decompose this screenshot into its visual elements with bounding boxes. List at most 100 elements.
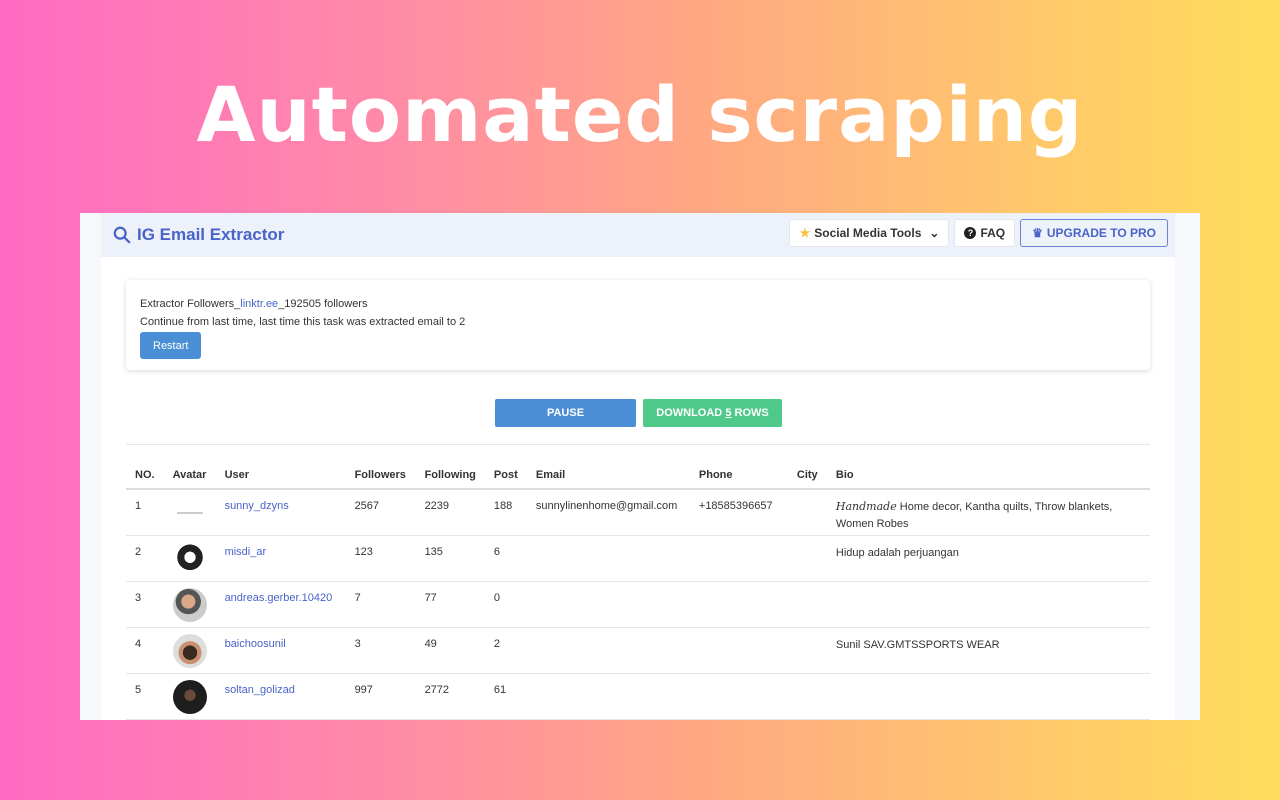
cell-followers: 3	[345, 627, 416, 674]
social-media-tools-dropdown[interactable]: ★ Social Media Tools ⌄	[789, 219, 950, 247]
restart-button[interactable]: Restart	[140, 332, 202, 359]
user-link[interactable]: baichoosunil	[225, 638, 286, 650]
cell-no: 2	[126, 535, 164, 582]
cell-avatar	[163, 627, 216, 674]
cell-city	[787, 535, 827, 582]
table-row: 3 andreas.gerber.10420 7 77 0	[126, 581, 1150, 628]
cell-bio: Handmade Home decor, Kantha quilts, Thro…	[826, 489, 1150, 536]
task-prefix: Extractor Followers_	[140, 298, 241, 310]
cell-city	[787, 581, 827, 628]
cell-bio	[826, 581, 1150, 628]
app-window: IG Email Extractor ★ Social Media Tools …	[101, 213, 1175, 720]
cell-post: 2	[484, 627, 527, 674]
avatar[interactable]	[172, 541, 207, 576]
divider	[126, 444, 1150, 445]
task-status: Continue from last time, last time this …	[140, 316, 466, 328]
tools-label: Social Media Tools	[814, 226, 922, 240]
cell-following: 49	[415, 627, 485, 674]
cell-bio: Hidup adalah perjuangan	[826, 535, 1150, 582]
pause-button[interactable]: PAUSE	[495, 399, 636, 427]
cell-email	[526, 627, 690, 674]
cell-email	[526, 535, 690, 582]
table-header: NO. Avatar User Followers Following Post Email…	[126, 463, 1150, 490]
user-link[interactable]: sunny_dzyns	[225, 500, 289, 512]
download-button[interactable]: DOWNLOAD 5 ROWS	[643, 399, 782, 427]
cell-post: 188	[484, 489, 527, 536]
cell-phone	[689, 673, 788, 720]
cell-followers: 997	[345, 673, 416, 720]
cell-post: 0	[484, 581, 527, 628]
avatar[interactable]	[172, 587, 207, 622]
cell-phone	[689, 627, 788, 674]
column-header: User	[215, 463, 346, 490]
cell-user: sunny_dzyns	[215, 489, 346, 536]
column-header: City	[787, 463, 827, 490]
cell-city	[787, 673, 827, 720]
results-table: NO. Avatar User Followers Following Post Email…	[126, 463, 1150, 720]
column-header: Followers	[345, 463, 416, 490]
cell-followers: 7	[345, 581, 416, 628]
app-logo[interactable]: IG Email Extractor	[113, 225, 284, 245]
question-icon: ?	[964, 227, 977, 239]
bio-text: Hidup adalah perjuangan	[835, 546, 959, 559]
user-link[interactable]: misdi_ar	[225, 546, 267, 558]
top-bar: IG Email Extractor ★ Social Media Tools …	[101, 213, 1175, 257]
cell-phone	[689, 535, 788, 582]
cell-following: 77	[415, 581, 485, 628]
column-header: NO.	[126, 463, 164, 490]
cell-avatar	[163, 673, 216, 720]
cell-email	[526, 673, 690, 720]
cell-city	[787, 489, 827, 536]
avatar[interactable]	[172, 633, 207, 668]
table-row: 1 sunny_dzyns 2567 2239 188 sunnylinenhome@gm…	[126, 489, 1150, 536]
cell-email: sunnylinenhome@gmail.com	[526, 489, 690, 536]
chevron-down-icon: ⌄	[929, 226, 940, 240]
cell-following: 2772	[415, 673, 485, 720]
cell-bio	[826, 673, 1150, 720]
column-header: Email	[526, 463, 690, 490]
cell-followers: 2567	[345, 489, 416, 536]
task-suffix: _192505 followers	[278, 298, 368, 310]
cell-user: baichoosunil	[215, 627, 346, 674]
upgrade-label: UPGRADE TO PRO	[1046, 226, 1156, 240]
user-link[interactable]: soltan_golizad	[225, 684, 295, 696]
cell-following: 135	[415, 535, 485, 582]
faq-button[interactable]: ? FAQ	[954, 219, 1016, 247]
user-link[interactable]: andreas.gerber.10420	[225, 592, 333, 604]
cell-post: 6	[484, 535, 527, 582]
cell-post: 61	[484, 673, 527, 720]
task-link[interactable]: linktr.ee	[240, 298, 278, 310]
cell-phone: +18585396657	[689, 489, 788, 536]
cell-email	[526, 581, 690, 628]
avatar[interactable]	[172, 679, 207, 714]
avatar[interactable]	[172, 496, 207, 530]
cell-avatar	[163, 535, 216, 582]
cell-bio: Sunil SAV.GMTSSPORTS WEAR	[826, 627, 1150, 674]
table-row: 4 baichoosunil 3 49 2 Sunil SAV.GMTSSPORTS WE…	[126, 627, 1150, 674]
app-screenshot: IG Email Extractor ★ Social Media Tools …	[80, 213, 1200, 720]
cell-user: andreas.gerber.10420	[215, 581, 346, 628]
cell-no: 1	[126, 489, 164, 536]
column-header: Bio	[826, 463, 1150, 490]
column-header: Avatar	[163, 463, 216, 490]
faq-label: FAQ	[980, 226, 1006, 240]
cell-following: 2239	[415, 489, 485, 536]
cell-followers: 123	[345, 535, 416, 582]
cell-user: misdi_ar	[215, 535, 346, 582]
search-icon	[113, 226, 131, 244]
task-title: Extractor Followers_linktr.ee_192505 fol…	[140, 295, 1136, 313]
cell-avatar	[163, 581, 216, 628]
column-header: Following	[415, 463, 485, 490]
column-header: Phone	[689, 463, 788, 490]
task-card: Extractor Followers_linktr.ee_192505 fol…	[126, 280, 1150, 370]
bio-emphasis: Handmade	[835, 500, 897, 513]
cell-city	[787, 627, 827, 674]
action-bar: PAUSE DOWNLOAD 5 ROWS	[495, 399, 782, 427]
download-label: DOWNLOAD	[656, 407, 726, 419]
top-nav: ★ Social Media Tools ⌄ ? FAQ ♛ UPGRADE T…	[789, 219, 1168, 247]
upgrade-button[interactable]: ♛ UPGRADE TO PRO	[1020, 219, 1168, 247]
headline: Automated scraping	[196, 70, 1084, 159]
crown-icon: ♛	[1032, 226, 1043, 240]
column-header: Post	[484, 463, 527, 490]
cell-user: soltan_golizad	[215, 673, 346, 720]
